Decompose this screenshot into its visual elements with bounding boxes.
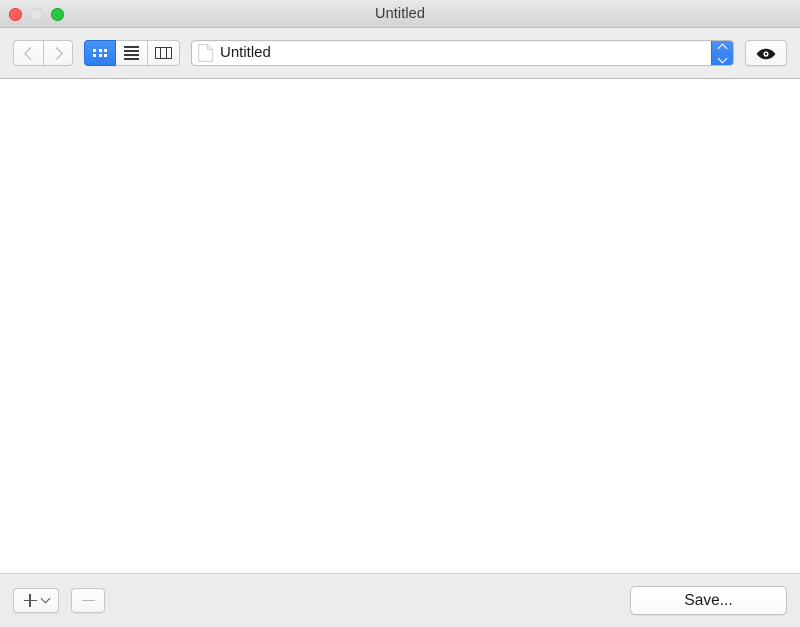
chevron-left-icon — [24, 47, 37, 60]
toolbar: Untitled — [0, 28, 800, 79]
add-button[interactable] — [13, 588, 59, 613]
save-dialog-window: Untitled — [0, 0, 800, 627]
bottom-bar: Save... — [0, 574, 800, 627]
chevron-down-icon — [718, 53, 728, 63]
icon-view-icon — [93, 49, 107, 58]
file-browser-area[interactable] — [0, 79, 800, 574]
view-mode-list-button[interactable] — [116, 40, 148, 66]
view-mode-icon-button[interactable] — [84, 40, 116, 66]
document-icon — [198, 44, 213, 62]
column-view-icon — [155, 47, 172, 59]
chevron-right-icon — [50, 47, 63, 60]
preview-button[interactable] — [745, 40, 787, 66]
minimize-button-icon — [30, 8, 43, 21]
minus-icon — [82, 600, 95, 602]
back-button[interactable] — [13, 40, 43, 66]
filename-combo-box[interactable]: Untitled — [191, 40, 734, 66]
title-bar: Untitled — [0, 0, 800, 28]
plus-icon — [24, 594, 37, 607]
chevron-up-icon — [718, 43, 728, 53]
save-button[interactable]: Save... — [630, 586, 787, 615]
list-view-icon — [124, 46, 139, 59]
eye-icon — [756, 47, 776, 59]
remove-button — [71, 588, 105, 613]
forward-button[interactable] — [43, 40, 73, 66]
filename-stepper[interactable] — [711, 41, 733, 65]
filename-input[interactable]: Untitled — [220, 40, 733, 66]
view-mode-column-button[interactable] — [148, 40, 180, 66]
close-button-icon[interactable] — [9, 8, 22, 21]
zoom-button-icon[interactable] — [51, 8, 64, 21]
chevron-down-icon — [40, 594, 50, 604]
traffic-light-group — [9, 0, 64, 28]
window-title: Untitled — [0, 6, 800, 22]
navigation-segmented-control — [13, 40, 73, 66]
view-mode-segmented-control — [84, 40, 180, 66]
